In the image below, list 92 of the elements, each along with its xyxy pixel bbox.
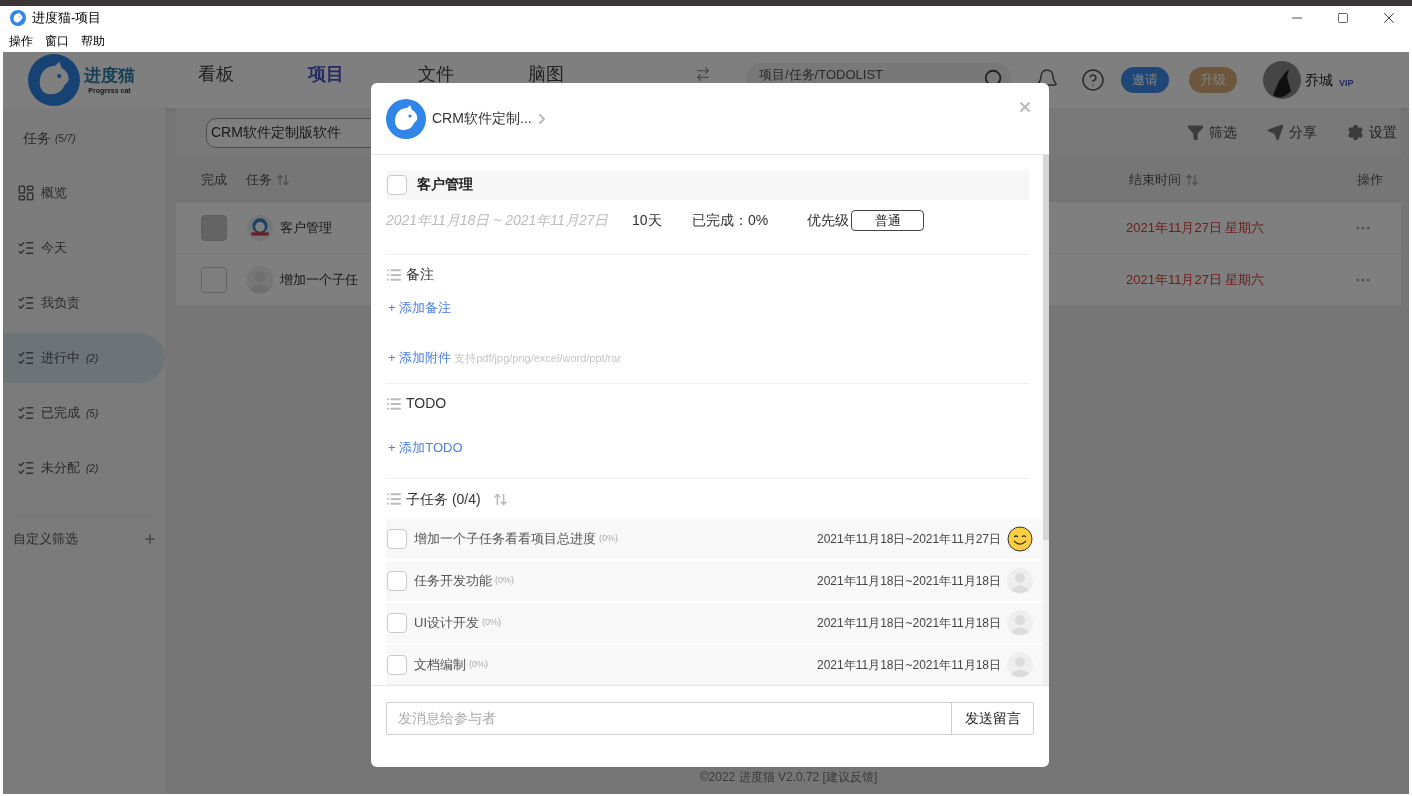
subtask-name: UI设计开发 [414, 614, 479, 633]
checkbox[interactable] [387, 571, 407, 591]
subtask-dates: 2021年11月18日~2021年11月18日 [817, 657, 1001, 674]
nav-tab[interactable]: 项目 [308, 65, 344, 83]
scrollbar[interactable] [1043, 155, 1049, 685]
share-action[interactable]: 分享 [1267, 122, 1317, 143]
date-range: 2021年11月18日 ~ 2021年11月27日 [386, 210, 610, 230]
checkbox[interactable] [387, 529, 407, 549]
section-heading: 子任务 (0/4) [406, 489, 481, 509]
sidebar-item[interactable]: 已完成 (5) [3, 388, 165, 438]
user-avatar-icon [1007, 652, 1033, 678]
list-icon [386, 491, 402, 507]
section-heading: TODO [406, 394, 447, 414]
breadcrumb-link[interactable]: CRM软件定制... [432, 108, 550, 129]
checkbox[interactable] [201, 266, 227, 293]
checklist-icon [17, 459, 35, 477]
subtask-name: 文档编制 [414, 656, 466, 675]
send-message-button[interactable]: 发送留言 [951, 703, 1033, 734]
duration: 10天 [632, 210, 663, 230]
smiley-avatar-icon [1007, 526, 1033, 552]
project-logo-icon [386, 98, 426, 139]
filter-action[interactable]: 筛选 [1187, 122, 1237, 143]
list-icon [386, 266, 402, 283]
subtask-dates: 2021年11月18日~2021年11月27日 [817, 531, 1001, 548]
nav-tab[interactable]: 看板 [198, 65, 234, 83]
user-avatar-icon[interactable] [1263, 61, 1301, 99]
switch-icon[interactable] [695, 66, 711, 82]
checklist-icon [17, 294, 35, 312]
sidebar-item[interactable]: 我负责 [3, 278, 165, 328]
subtask-dates: 2021年11月18日~2021年11月18日 [817, 615, 1001, 632]
add-icon[interactable] [143, 532, 157, 546]
sort-icon[interactable] [492, 491, 508, 507]
sidebar-item[interactable]: 概览 [3, 168, 165, 218]
menu-item[interactable]: 操作 [9, 32, 33, 50]
column-header: 完成 [201, 170, 227, 189]
menu-item[interactable]: 窗口 [45, 32, 69, 50]
sort-icon[interactable] [1185, 172, 1199, 187]
message-field[interactable]: 发消息给参与者 发送留言 [386, 702, 1034, 735]
user-name: 乔城 [1305, 70, 1333, 90]
subtask-name: 增加一个子任务看看项目总进度 [414, 530, 596, 549]
checkbox[interactable] [387, 655, 407, 675]
emblem-avatar-icon [246, 213, 274, 242]
share-icon [1267, 124, 1284, 141]
sidebar-item[interactable]: 未分配 (2) [3, 443, 165, 493]
checkbox[interactable] [387, 613, 407, 633]
table-cell-text: 2021年11月27日 星期六 [1126, 218, 1266, 237]
user-avatar-icon [1007, 610, 1033, 636]
settings-action[interactable]: 设置 [1347, 122, 1397, 143]
column-header: 任务 [246, 170, 272, 189]
menu-item[interactable]: 帮助 [81, 32, 105, 50]
priority-label: 优先级 [807, 210, 849, 230]
priority-button[interactable]: 普通 [851, 209, 924, 231]
subtask-name: 任务开发功能 [414, 572, 492, 591]
sidebar-item[interactable]: 今天 [3, 223, 165, 273]
filter-icon [1187, 124, 1204, 141]
logo-text: 进度猫 [84, 65, 135, 86]
app-icon [10, 10, 26, 26]
progress-text: 已完成：0% [692, 210, 770, 230]
column-header: 结束时间 [1129, 170, 1181, 189]
checklist-icon [17, 349, 35, 367]
list-icon [386, 395, 402, 412]
checkbox[interactable] [387, 174, 407, 195]
checklist-icon [17, 239, 35, 257]
section-heading: 备注 [406, 265, 434, 285]
vip-label: VIP [1339, 77, 1354, 91]
sort-icon[interactable] [276, 172, 290, 187]
invite-button[interactable]: 邀请 [1121, 67, 1169, 93]
percent-text: (0%) [599, 532, 618, 546]
add-todo-link[interactable]: + 添加TODO [388, 437, 463, 457]
subtask-dates: 2021年11月18日~2021年11月18日 [817, 573, 1001, 590]
percent-text: (0%) [469, 658, 488, 672]
table-cell-text: 客户管理 [280, 218, 332, 237]
nav-tab[interactable]: 脑图 [528, 65, 564, 83]
task-title: 客户管理 [417, 175, 473, 195]
percent-text: (0%) [482, 616, 501, 630]
dashboard-icon [17, 184, 35, 202]
sidebar-count: (5/7) [55, 131, 76, 146]
help-icon[interactable] [1081, 68, 1105, 92]
table-cell-text: 2021年11月27日 星期六 [1126, 270, 1266, 289]
percent-text: (0%) [495, 574, 514, 588]
sidebar-title: 任务 [23, 128, 51, 148]
column-header: 操作 [1357, 170, 1383, 189]
add-attachment-link[interactable]: + 添加附件 [388, 348, 452, 368]
add-note-link[interactable]: + 添加备注 [388, 297, 452, 318]
close-icon[interactable] [1017, 99, 1033, 115]
user-avatar-icon [1007, 568, 1033, 594]
nav-tab[interactable]: 文件 [418, 65, 454, 83]
custom-filter-label: 自定义筛选 [13, 530, 78, 549]
sidebar-item[interactable]: 进行中 (2) [3, 333, 165, 383]
checklist-icon [17, 404, 35, 422]
settings-icon [1347, 124, 1364, 141]
window-title: 进度猫-项目 [32, 9, 102, 28]
